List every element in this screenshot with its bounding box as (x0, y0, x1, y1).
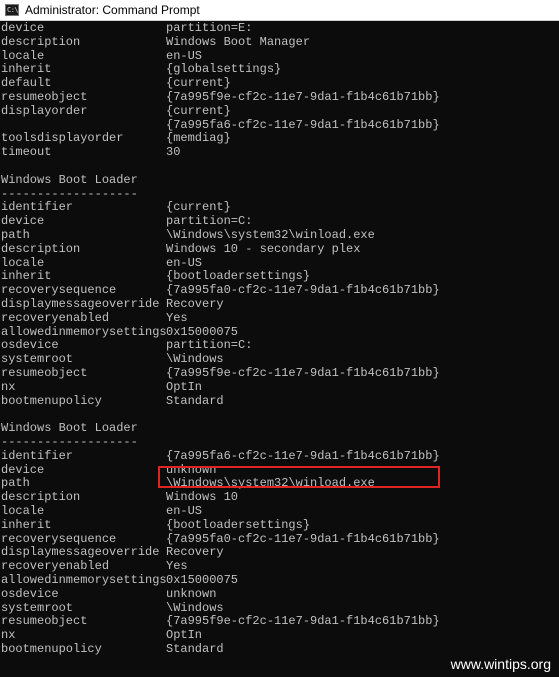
entry-value: {current} (166, 103, 231, 118)
entry-key: bootmenupolicy (1, 393, 102, 408)
entry-key: identifier (1, 200, 74, 215)
entry-value: Yes (166, 310, 188, 325)
entry-key: inherit (1, 517, 52, 532)
window-title: Administrator: Command Prompt (25, 3, 200, 17)
entry-key: toolsdisplayorder (1, 131, 124, 146)
entry-value: {bootloadersettings} (166, 517, 311, 532)
entry-value: {bootloadersettings} (166, 269, 311, 284)
entry-value: 0x15000075 (166, 573, 239, 587)
entry-key: locale (1, 504, 45, 518)
entry-key: recoveryenabled (1, 310, 110, 325)
entry-value: \Windows\system32\winload.exe (166, 228, 375, 242)
entry-key: displaymessageoverride (1, 297, 160, 311)
watermark: www.wintips.org (450, 656, 551, 672)
entry-value: {globalsettings} (166, 62, 282, 77)
identifier-highlight-box (158, 466, 440, 488)
entry-value: Windows 10 - secondary plex (166, 241, 361, 256)
entry-key: osdevice (1, 586, 59, 601)
entry-key: ------------------- (1, 186, 138, 201)
entry-value: unknown (166, 586, 217, 601)
entry-key: recoverysequence (1, 283, 117, 298)
entry-value: OptIn (166, 379, 203, 394)
entry-value: {current} (166, 76, 231, 91)
entry-value: {7a995fa6-cf2c-11e7-9da1-f1b4c61b71bb} (166, 448, 440, 463)
entry-key: systemroot (1, 600, 74, 615)
entry-value: partition=C: (166, 338, 253, 353)
entry-key: device (1, 462, 45, 477)
entry-key: description (1, 34, 81, 49)
entry-value: {7a995f9e-cf2c-11e7-9da1-f1b4c61b71bb} (166, 614, 440, 629)
entry-key: displayorder (1, 103, 88, 118)
entry-value: \Windows (166, 600, 224, 615)
entry-key: resumeobject (1, 366, 88, 380)
entry-value: {current} (166, 200, 231, 215)
entry-value: Standard (166, 393, 224, 408)
entry-key: bootmenupolicy (1, 642, 102, 656)
entry-key: path (1, 228, 30, 242)
entry-key: osdevice (1, 338, 59, 353)
entry-value: {7a995f9e-cf2c-11e7-9da1-f1b4c61b71bb} (166, 90, 440, 104)
entry-value: partition=E: (166, 21, 253, 35)
entry-value: Recovery (166, 297, 224, 311)
entry-value: \Windows (166, 352, 224, 367)
entry-key: identifier (1, 448, 74, 463)
entry-value: Yes (166, 559, 188, 574)
entry-key: path (1, 476, 30, 491)
entry-key: Windows Boot Loader (1, 421, 138, 436)
entry-value: en-US (166, 504, 203, 518)
entry-value: {7a995fa6-cf2c-11e7-9da1-f1b4c61b71bb} (166, 117, 440, 132)
entry-key: recoverysequence (1, 531, 117, 546)
entry-key: timeout (1, 145, 52, 160)
entry-key: inherit (1, 62, 52, 77)
entry-key: ------------------- (1, 435, 138, 449)
entry-value: {memdiag} (166, 131, 231, 146)
entry-key: description (1, 490, 81, 505)
entry-key: device (1, 21, 45, 35)
entry-key: description (1, 241, 81, 256)
entry-value: OptIn (166, 628, 203, 643)
title-bar: C:\ Administrator: Command Prompt (0, 0, 559, 21)
entry-value: Windows 10 (166, 490, 239, 505)
entry-value: partition=C: (166, 214, 253, 229)
entry-key: nx (1, 628, 16, 643)
entry-value: 0x15000075 (166, 324, 239, 339)
entry-key: allowedinmemorysettings (1, 573, 167, 587)
entry-value: en-US (166, 255, 203, 270)
entry-value: en-US (166, 48, 203, 63)
entry-key: locale (1, 48, 45, 63)
entry-key: resumeobject (1, 90, 88, 104)
entry-key: allowedinmemorysettings (1, 324, 167, 339)
entry-value: {7a995fa0-cf2c-11e7-9da1-f1b4c61b71bb} (166, 531, 440, 546)
entry-value: 30 (166, 145, 181, 160)
entry-value: Standard (166, 642, 224, 656)
entry-value: Windows Boot Manager (166, 34, 311, 49)
command-prompt-icon: C:\ (5, 4, 19, 16)
entry-key: recoveryenabled (1, 559, 110, 574)
entry-key: inherit (1, 269, 52, 284)
console-output[interactable]: device partition=E: description Windows Boo… (0, 21, 559, 677)
entry-key: locale (1, 255, 45, 270)
entry-value: {7a995fa0-cf2c-11e7-9da1-f1b4c61b71bb} (166, 283, 440, 298)
entry-key: Windows Boot Loader (1, 172, 138, 187)
entry-key: default (1, 76, 52, 91)
entry-key: nx (1, 379, 16, 394)
entry-value: Recovery (166, 545, 224, 560)
entry-key: resumeobject (1, 614, 88, 629)
entry-value: {7a995f9e-cf2c-11e7-9da1-f1b4c61b71bb} (166, 366, 440, 380)
entry-key: device (1, 214, 45, 229)
entry-key: systemroot (1, 352, 74, 367)
entry-key: displaymessageoverride (1, 545, 160, 560)
